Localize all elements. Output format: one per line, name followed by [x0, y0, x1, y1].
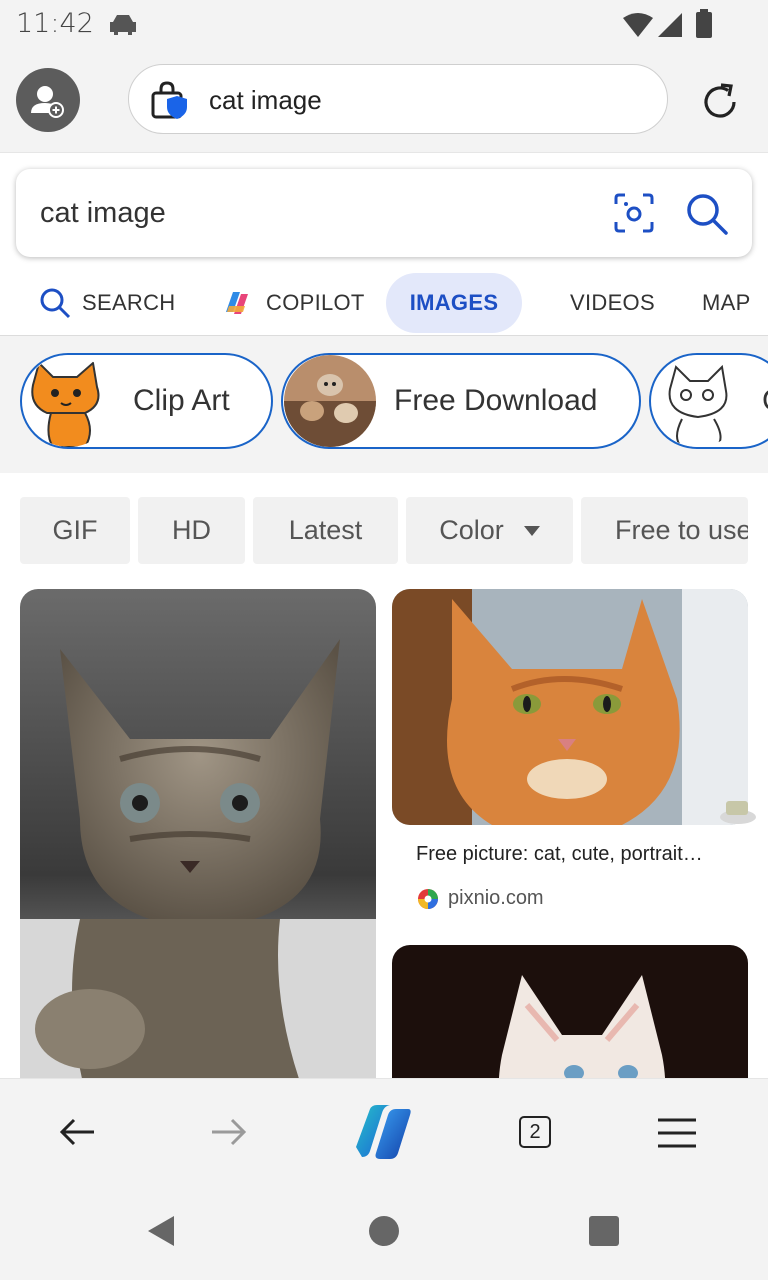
result-caption[interactable]: Free picture: cat, cute, portrait…: [416, 843, 703, 866]
tab-switcher-button[interactable]: 2: [519, 1116, 551, 1148]
tab-videos-label: VIDEOS: [570, 290, 655, 315]
filter-free-to-use[interactable]: Free to use: [581, 497, 748, 564]
chip-coloring-label: C: [762, 384, 768, 418]
system-home-icon[interactable]: [368, 1215, 400, 1247]
free-download-thumbnail: [284, 355, 376, 447]
tab-images-label: IMAGES: [409, 290, 499, 315]
dropdown-arrow-icon: [523, 525, 540, 536]
chip-free-download-label: Free Download: [394, 384, 598, 417]
tab-maps-label: MAP: [702, 290, 751, 315]
result-image-white-kitten[interactable]: [392, 945, 748, 1079]
system-back-icon[interactable]: [146, 1214, 176, 1248]
url-text: cat image: [209, 85, 322, 115]
battery-icon: [696, 9, 712, 38]
filter-latest[interactable]: Latest: [253, 497, 398, 564]
tab-images[interactable]: IMAGES: [386, 273, 522, 333]
filter-color[interactable]: Color: [406, 497, 573, 564]
chip-clip-art-label: Clip Art: [133, 384, 230, 417]
status-time: 11:42: [16, 8, 94, 39]
chip-clip-art[interactable]: Clip Art: [20, 353, 273, 449]
menu-icon[interactable]: [656, 1117, 698, 1149]
tab-search-label: SEARCH: [82, 290, 176, 315]
add-profile-icon: [31, 86, 64, 118]
search-icon[interactable]: [684, 191, 730, 237]
visual-search-badge-icon[interactable]: [718, 793, 758, 825]
filter-hd-label: HD: [172, 515, 211, 545]
system-recents-icon[interactable]: [589, 1216, 619, 1246]
filter-free-to-use-label: Free to use: [615, 515, 748, 545]
tab-copilot-label: COPILOT: [266, 290, 365, 315]
result-source[interactable]: pixnio.com: [448, 887, 544, 910]
chip-coloring[interactable]: C: [649, 353, 768, 449]
filter-latest-label: Latest: [288, 515, 363, 545]
status-bar: 11:42: [0, 0, 768, 52]
tab-videos[interactable]: VIDEOS: [570, 273, 655, 333]
browser-bottom-bar: 2: [0, 1078, 768, 1183]
search-icon: [40, 288, 71, 319]
filter-color-label: Color: [439, 515, 504, 545]
tab-maps[interactable]: MAP: [702, 273, 768, 333]
secure-lock-shield-icon: [151, 81, 187, 119]
car-icon: [110, 15, 136, 35]
profile-avatar[interactable]: [16, 68, 80, 132]
wifi-icon: [623, 13, 653, 37]
filter-hd[interactable]: HD: [138, 497, 245, 564]
result-image-orange-cat[interactable]: [392, 589, 748, 825]
copilot-logo-icon[interactable]: [350, 1103, 416, 1161]
chip-free-download[interactable]: Free Download: [281, 353, 641, 449]
tab-copilot[interactable]: COPILOT: [220, 273, 365, 333]
filter-gif-label: GIF: [52, 515, 98, 545]
clip-art-thumbnail: [23, 355, 115, 447]
forward-arrow-icon[interactable]: [210, 1117, 248, 1147]
browser-toolbar: cat image: [0, 52, 768, 152]
system-nav-bar: [0, 1182, 768, 1280]
address-bar[interactable]: cat image: [128, 64, 668, 134]
coloring-thumbnail: [652, 355, 744, 447]
pixnio-logo-icon: [418, 889, 438, 909]
filter-gif[interactable]: GIF: [20, 497, 130, 564]
web-page: cat image SEARCH COPILOT IMAGES VIDEOS M…: [0, 152, 768, 1079]
reload-icon[interactable]: [696, 78, 744, 126]
signal-icon: [658, 13, 682, 37]
related-searches: Clip Art Free Download: [0, 336, 768, 473]
back-arrow-icon[interactable]: [58, 1117, 96, 1147]
search-tabs: SEARCH COPILOT IMAGES VIDEOS MAP: [0, 273, 768, 336]
tab-search[interactable]: SEARCH: [38, 273, 176, 333]
visual-search-icon[interactable]: [612, 191, 656, 235]
copilot-icon: [226, 292, 248, 314]
result-image-tabby-kitten[interactable]: [20, 589, 376, 1079]
search-input[interactable]: cat image: [40, 197, 166, 230]
search-box[interactable]: cat image: [16, 169, 752, 257]
